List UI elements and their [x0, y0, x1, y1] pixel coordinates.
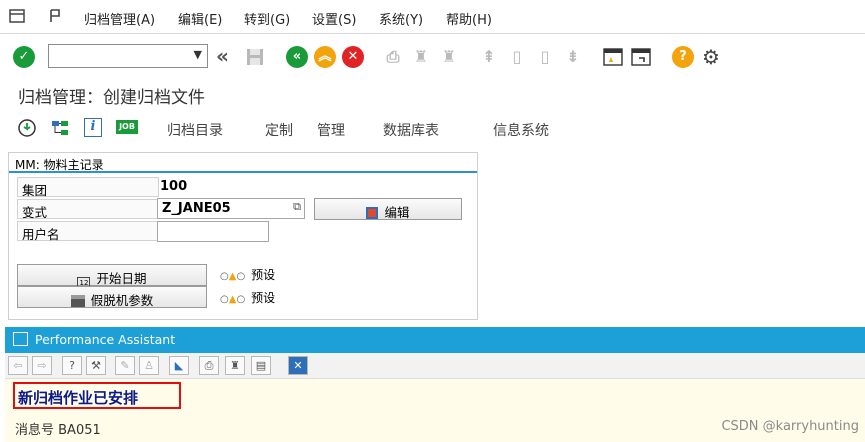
app-tab-database-tables[interactable]: 数据库表	[383, 120, 439, 140]
menu-item-edit[interactable]: 编辑(E)	[178, 9, 222, 28]
variant-value: Z_JANE05	[162, 201, 231, 216]
execute-icon[interactable]	[17, 118, 37, 138]
save-icon[interactable]	[244, 46, 266, 68]
bookmark-icon[interactable]: ◣	[169, 356, 189, 375]
shortcut-icon[interactable]	[630, 46, 652, 68]
back-nav-icon[interactable]: «	[216, 46, 238, 68]
print-icon[interactable]: ⎙	[199, 356, 219, 375]
app-tab-archive-directory[interactable]: 归档目录	[167, 120, 223, 140]
hierarchy-icon[interactable]	[50, 118, 70, 138]
application-toolbar: i JOB 归档目录 定制 管理 数据库表 信息系统	[0, 112, 865, 144]
edit-button-label: 编辑	[384, 205, 410, 220]
print-icon[interactable]: ⎙	[382, 46, 404, 68]
status-circle-icon: ○	[236, 271, 246, 282]
menu-item-help[interactable]: 帮助(H)	[446, 9, 492, 28]
check-icon[interactable]: ✓	[13, 46, 35, 68]
variant-label: 变式	[17, 199, 159, 220]
technical-info-icon[interactable]: ⚒	[86, 356, 106, 375]
wand-icon[interactable]: ✎	[115, 356, 135, 375]
spool-status-text: 预设	[251, 291, 276, 305]
last-page-icon[interactable]: ⇟	[562, 46, 584, 68]
edit-icon	[366, 207, 379, 219]
back-icon[interactable]: «	[286, 46, 308, 68]
menu-item-settings[interactable]: 设置(S)	[312, 9, 356, 28]
start-date-status: ○▲○ 预设	[220, 266, 275, 283]
back-arrow-icon[interactable]: ⇦	[8, 356, 28, 375]
form-header: MM: 物料主记录	[9, 153, 477, 173]
client-label: 集团	[17, 177, 159, 198]
archive-form-panel: MM: 物料主记录 集团 100 变式 Z_JANE05 ⧉ 编辑 用户名 12…	[8, 152, 478, 320]
new-session-icon[interactable]	[602, 46, 624, 68]
performance-assistant-body: 新归档作业已安排 消息号 BA051 CSDN @karryhunting	[5, 379, 865, 442]
app-tab-management[interactable]: 管理	[317, 120, 345, 140]
menu-item-goto[interactable]: 转到(G)	[244, 9, 290, 28]
status-circle-icon: ○	[220, 294, 229, 305]
cancel-icon[interactable]: ✕	[342, 46, 364, 68]
job-icon[interactable]: JOB	[116, 120, 138, 134]
document-icon[interactable]: ▤	[251, 356, 271, 375]
next-page-icon[interactable]: ▯	[534, 46, 556, 68]
layout-menu-icon[interactable]	[48, 8, 64, 24]
find-next-icon[interactable]: ♜	[438, 46, 460, 68]
status-circle-icon: ○	[220, 271, 229, 282]
client-value: 100	[160, 179, 188, 194]
message-number: 消息号 BA051	[15, 423, 101, 438]
help-icon[interactable]: ?	[672, 46, 694, 68]
performance-assistant-header: Performance Assistant	[5, 327, 865, 353]
start-date-label: 开始日期	[96, 271, 147, 286]
spool-params-button[interactable]: 假脱机参数	[17, 286, 207, 308]
menu-toggle-icon[interactable]	[9, 8, 25, 24]
menu-item-system[interactable]: 系统(Y)	[379, 9, 423, 28]
menu-item-archive-admin[interactable]: 归档管理(A)	[84, 9, 155, 28]
edit-variant-button[interactable]: 编辑	[314, 198, 462, 220]
start-date-button[interactable]: 12 开始日期	[17, 264, 207, 290]
user-input[interactable]	[157, 221, 269, 242]
person-icon[interactable]: ♙	[139, 356, 159, 375]
first-page-icon[interactable]: ⇞	[478, 46, 500, 68]
variant-input[interactable]: Z_JANE05 ⧉	[157, 198, 305, 219]
command-field[interactable]: ▼	[48, 44, 208, 68]
performance-assistant-title: Performance Assistant	[35, 332, 176, 347]
value-help-icon[interactable]: ⧉	[293, 200, 301, 214]
watermark: CSDN @karryhunting	[721, 419, 859, 434]
message-title: 新归档作业已安排	[13, 382, 181, 409]
standard-toolbar: ✓ ▼ « « ︽ ✕ ⎙ ♜ ♜ ⇞ ▯ ▯ ⇟ ? ⚙	[0, 38, 865, 78]
app-tab-customizing[interactable]: 定制	[265, 120, 293, 140]
menu-bar: 归档管理(A) 编辑(E) 转到(G) 设置(S) 系统(Y) 帮助(H)	[0, 0, 865, 34]
forward-arrow-icon[interactable]: ⇨	[32, 356, 52, 375]
find-icon[interactable]: ♜	[225, 356, 245, 375]
chevron-down-icon[interactable]: ▼	[194, 48, 202, 61]
performance-assistant-toolbar: ⇦ ⇨ ? ⚒ ✎ ♙ ◣ ⎙ ♜ ▤ ✕	[5, 353, 865, 379]
spool-params-label: 假脱机参数	[90, 293, 154, 308]
info-icon[interactable]: i	[84, 118, 102, 137]
spool-params-status: ○▲○ 预设	[220, 289, 275, 306]
window-icon	[13, 332, 28, 346]
close-icon[interactable]: ✕	[288, 356, 308, 375]
printer-icon	[70, 295, 85, 307]
start-date-status-text: 预设	[251, 268, 276, 282]
status-circle-icon: ○	[236, 294, 246, 305]
prev-page-icon[interactable]: ▯	[506, 46, 528, 68]
exit-icon[interactable]: ︽	[314, 46, 336, 68]
app-tab-info-system[interactable]: 信息系统	[493, 120, 549, 140]
help-book-icon[interactable]: ?	[62, 356, 82, 375]
find-icon[interactable]: ♜	[410, 46, 432, 68]
page-title: 归档管理：创建归档文件	[18, 88, 205, 108]
settings-icon[interactable]: ⚙	[700, 46, 722, 68]
user-label: 用户名	[17, 221, 159, 242]
